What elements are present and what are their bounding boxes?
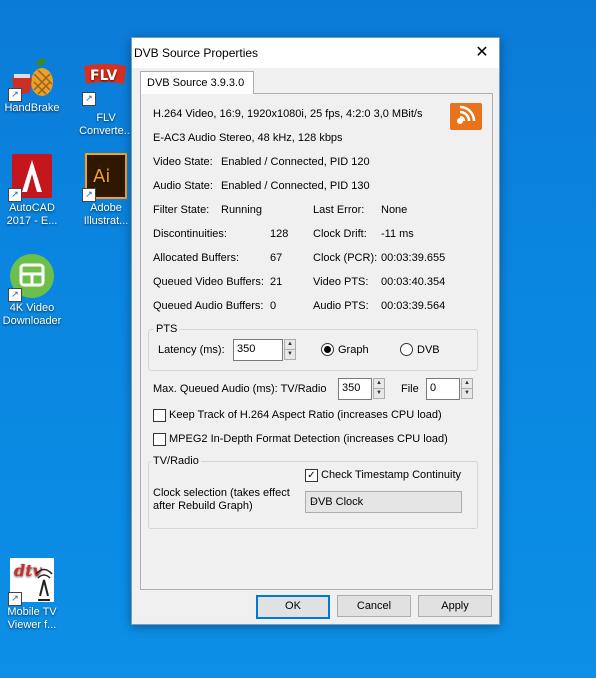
mpeg2-detection-label: MPEG2 In-Depth Format Detection (increas… xyxy=(169,433,448,445)
spin-down-icon[interactable]: ▼ xyxy=(461,389,473,399)
latency-label: Latency (ms): xyxy=(158,344,225,356)
spin-up-icon[interactable]: ▲ xyxy=(461,378,473,389)
handbrake-icon: ↗ xyxy=(8,52,56,102)
allocated-buffers-value: 67 xyxy=(270,252,283,264)
max-queued-tvradio-spinner[interactable]: ▲ ▼ xyxy=(373,378,385,399)
max-queued-tvradio-value: 350 xyxy=(342,382,361,394)
max-queued-file-value: 0 xyxy=(430,382,437,394)
max-queued-tvradio-input[interactable]: 350 xyxy=(338,378,372,400)
dvb-source-properties-dialog: DVB Source Properties ✕ DVB Source 3.9.3… xyxy=(131,37,500,625)
max-queued-file-spinner[interactable]: ▲ ▼ xyxy=(461,378,473,399)
shortcut-arrow-icon: ↗ xyxy=(8,188,22,202)
graph-radio-label: Graph xyxy=(338,344,369,356)
title-bar[interactable]: DVB Source Properties ✕ xyxy=(132,38,499,68)
clock-drift-label: Clock Drift: xyxy=(313,228,367,240)
check-timestamp-checkbox[interactable]: ✓ xyxy=(305,469,318,482)
shortcut-arrow-icon: ↗ xyxy=(8,88,22,102)
flv-converter-icon: FLV ↗ xyxy=(82,62,130,110)
latency-value: 350 xyxy=(237,343,256,355)
clock-pcr-label: Clock (PCR): xyxy=(313,252,378,264)
dvb-logo-icon xyxy=(450,103,482,130)
check-timestamp-label: Check Timestamp Continuity xyxy=(321,469,461,481)
shortcut-arrow-icon: ↗ xyxy=(82,188,96,202)
close-button[interactable]: ✕ xyxy=(465,38,499,68)
video-pts-value: 00:03:40.354 xyxy=(381,276,446,288)
desktop-icon-handbrake[interactable]: ↗ HandBrake xyxy=(0,52,68,115)
queued-audio-buffers-value: 0 xyxy=(270,300,277,312)
video-state-label: Video State: xyxy=(153,156,213,168)
clock-drift-value: -11 ms xyxy=(381,228,414,240)
spin-down-icon[interactable]: ▼ xyxy=(373,389,385,399)
pts-group-title: PTS xyxy=(154,323,180,335)
tvradio-group-title: TV/Radio xyxy=(151,455,201,467)
latency-spinner[interactable]: ▲ ▼ xyxy=(284,339,296,360)
max-queued-file-input[interactable]: 0 xyxy=(426,378,460,400)
desktop-icon-autocad[interactable]: ↗ AutoCAD 2017 - E... xyxy=(0,152,68,228)
shortcut-arrow-icon: ↗ xyxy=(8,288,22,302)
ok-button[interactable]: OK xyxy=(256,595,330,619)
dvb-radio[interactable] xyxy=(400,343,413,356)
desktop-icon-mobile-tv-viewer[interactable]: dtv ↗ Mobile TV Viewer f... xyxy=(0,556,68,632)
spin-down-icon[interactable]: ▼ xyxy=(284,350,296,360)
chevron-down-icon: ⌵ xyxy=(310,495,318,506)
desktop-icon-label: AutoCAD 2017 - E... xyxy=(6,202,58,227)
close-icon: ✕ xyxy=(475,44,489,61)
keep-track-aspect-label: Keep Track of H.264 Aspect Ratio (increa… xyxy=(169,409,442,421)
filter-state-label: Filter State: xyxy=(153,204,210,216)
video-pts-label: Video PTS: xyxy=(313,276,369,288)
last-error-label: Last Error: xyxy=(313,204,365,216)
discontinuities-value: 128 xyxy=(270,228,289,240)
latency-input[interactable]: 350 xyxy=(233,339,283,361)
keep-track-aspect-checkbox[interactable] xyxy=(153,409,166,422)
4k-video-downloader-icon: ↗ xyxy=(8,252,56,302)
desktop-icon-4k-video-downloader[interactable]: ↗ 4K Video Downloader xyxy=(0,252,68,328)
desktop-icon-label: HandBrake xyxy=(4,102,60,114)
filter-state-value: Running xyxy=(221,204,262,216)
last-error-value: None xyxy=(381,204,408,216)
audio-format-info: E-AC3 Audio Stereo, 48 kHz, 128 kbps xyxy=(153,132,343,144)
queued-video-buffers-label: Queued Video Buffers: xyxy=(153,276,264,288)
audio-state-value: Enabled / Connected, PID 130 xyxy=(221,180,370,192)
shortcut-arrow-icon: ↗ xyxy=(8,592,22,606)
spin-up-icon[interactable]: ▲ xyxy=(284,339,296,350)
mpeg2-detection-checkbox[interactable] xyxy=(153,433,166,446)
shortcut-arrow-icon: ↗ xyxy=(82,92,96,106)
checkmark-icon: ✓ xyxy=(307,470,316,481)
desktop-icon-label: Mobile TV Viewer f... xyxy=(7,606,57,631)
dvb-radio-label: DVB xyxy=(417,344,440,356)
spin-up-icon[interactable]: ▲ xyxy=(373,378,385,389)
clock-selection-label: Clock selection (takes effect after Rebu… xyxy=(153,487,290,512)
audio-pts-label: Audio PTS: xyxy=(313,300,369,312)
tab-label: DVB Source 3.9.3.0 xyxy=(147,77,245,89)
clock-selection-dropdown[interactable]: DVB Clock ⌵ xyxy=(305,491,462,513)
autocad-icon: ↗ xyxy=(8,152,56,202)
discontinuities-label: Discontinuities: xyxy=(153,228,227,240)
audio-pts-value: 00:03:39.564 xyxy=(381,300,446,312)
ai-badge: Ai xyxy=(93,166,110,187)
window-title: DVB Source Properties xyxy=(134,46,259,60)
allocated-buffers-label: Allocated Buffers: xyxy=(153,252,240,264)
tab-dvb-source[interactable]: DVB Source 3.9.3.0 xyxy=(140,71,254,94)
apply-button[interactable]: Apply xyxy=(418,595,492,617)
max-queued-audio-label: Max. Queued Audio (ms): TV/Radio xyxy=(153,383,327,395)
video-state-value: Enabled / Connected, PID 120 xyxy=(221,156,370,168)
video-format-info: H.264 Video, 16:9, 1920x1080i, 25 fps, 4… xyxy=(153,108,423,120)
audio-state-label: Audio State: xyxy=(153,180,213,192)
file-label: File xyxy=(401,383,419,395)
graph-radio[interactable] xyxy=(321,343,334,356)
flv-badge: FLV xyxy=(90,68,118,84)
mobile-tv-viewer-icon: dtv ↗ xyxy=(8,556,56,606)
clock-pcr-value: 00:03:39.655 xyxy=(381,252,446,264)
desktop-icon-label: 4K Video Downloader xyxy=(2,302,62,327)
cancel-button[interactable]: Cancel xyxy=(337,595,411,617)
queued-video-buffers-value: 21 xyxy=(270,276,283,288)
queued-audio-buffers-label: Queued Audio Buffers: xyxy=(153,300,264,312)
illustrator-icon: Ai ↗ xyxy=(82,152,130,202)
